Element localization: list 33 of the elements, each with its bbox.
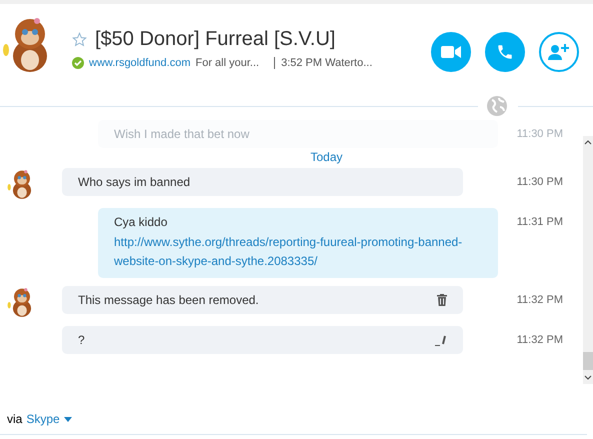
scroll-up-icon[interactable] (584, 139, 592, 145)
contact-name: [$50 Donor] Furreal [S.V.U] (95, 28, 336, 51)
caret-icon (64, 416, 72, 422)
message-time: 11:31 PM (516, 215, 564, 228)
message-text: This message has been removed. (78, 293, 260, 307)
message-text: Wish I made that bet now (114, 127, 250, 141)
message-time: 11:32 PM (516, 293, 564, 306)
add-button[interactable] (539, 32, 579, 72)
video-button[interactable] (431, 32, 471, 72)
via-label: via (7, 412, 22, 426)
message-link[interactable]: http://www.sythe.org/threads/reporting-fuureal-promoting-banned-website-on-skype-and-sythe.2083335/ (114, 233, 482, 271)
message-text: Who says im banned (78, 175, 192, 189)
service-dropdown[interactable]: Skype (26, 412, 72, 426)
mood-link[interactable]: www.rsgoldfund.com (89, 57, 190, 69)
scrollbar[interactable] (583, 136, 593, 384)
local-time: 3:52 PM Waterto... (274, 57, 372, 69)
mood-text: For all your... (196, 57, 260, 69)
video-camera-icon (441, 45, 461, 59)
pencil-icon (435, 334, 447, 346)
star-icon[interactable] (72, 32, 87, 47)
date-separator: Today (309, 150, 344, 164)
message-text: Cya kiddo http://www.sythe.org/threads/reporting-fuureal-promoting-banned-website-on-skype-and-sythe.2083335/ (114, 215, 482, 271)
add-contact-icon (548, 43, 570, 61)
scroll-down-icon[interactable] (584, 375, 592, 381)
trash-icon (437, 294, 447, 306)
message-text: ? (78, 333, 86, 347)
message-time: 11:32 PM (516, 333, 564, 346)
message-time: 11:30 PM (516, 175, 564, 188)
message-time: 11:30 PM (516, 127, 564, 140)
call-button[interactable] (485, 32, 525, 72)
phone-icon (496, 43, 514, 61)
globe-icon (486, 95, 508, 117)
scrollbar-thumb[interactable] (583, 352, 593, 370)
